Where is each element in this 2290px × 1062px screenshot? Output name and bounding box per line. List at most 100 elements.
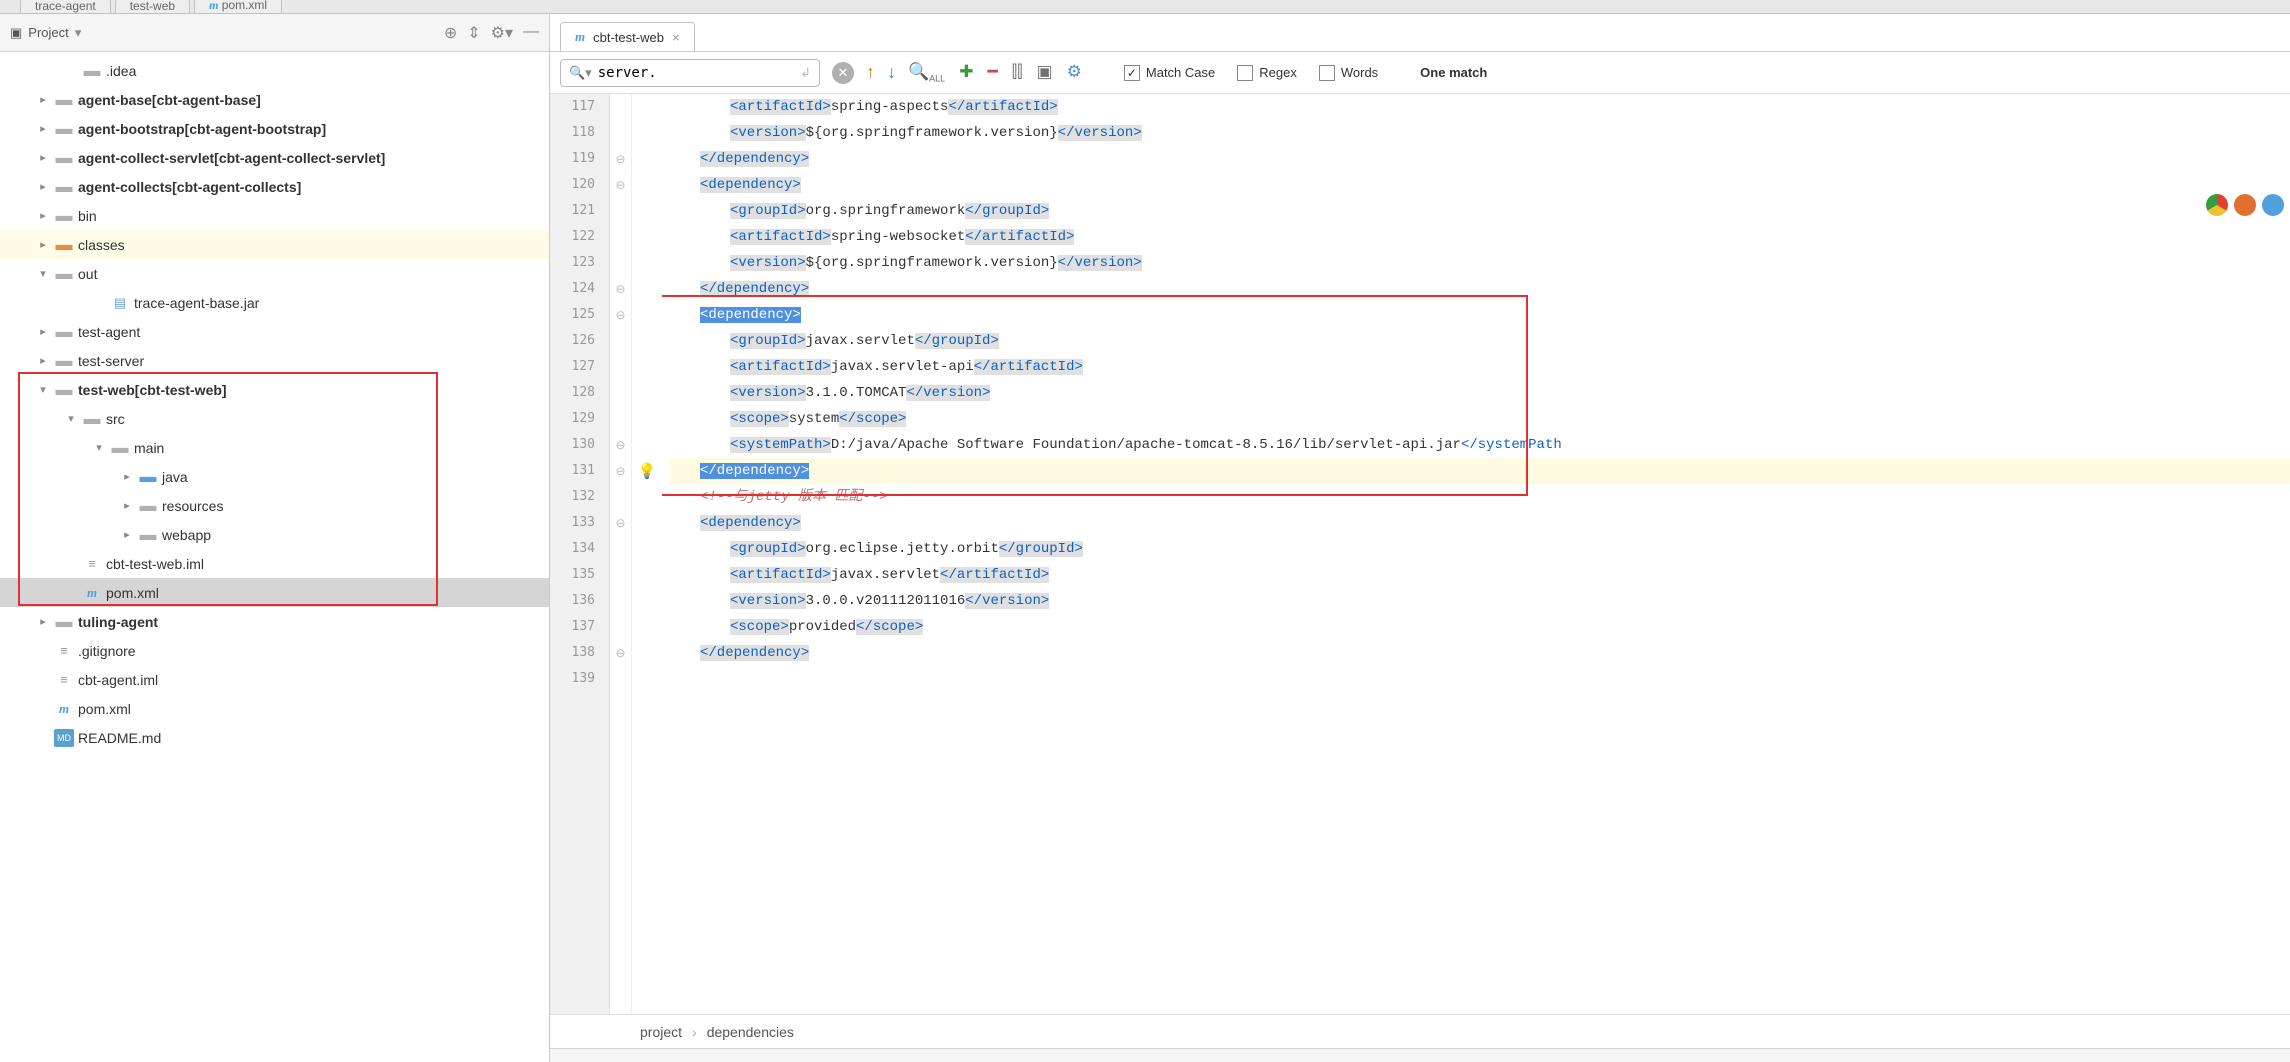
tree-row[interactable]: ≡.gitignore xyxy=(0,636,549,665)
code-line[interactable] xyxy=(670,666,2290,692)
regex-checkbox[interactable]: Regex xyxy=(1237,65,1297,81)
fold-toggle[interactable]: ⊖ xyxy=(610,146,631,172)
tree-row[interactable]: ▾▬test-web [cbt-test-web] xyxy=(0,375,549,404)
fold-toggle[interactable]: ⊖ xyxy=(610,302,631,328)
chevron-icon[interactable]: ▸ xyxy=(116,499,138,512)
select-all-icon[interactable]: ⫿⫿ xyxy=(1012,62,1023,83)
fold-toggle[interactable]: ⊖ xyxy=(610,458,631,484)
tree-row[interactable]: mpom.xml xyxy=(0,578,549,607)
project-tree[interactable]: ▬.idea▸▬agent-base [cbt-agent-base]▸▬age… xyxy=(0,52,549,1062)
tree-row[interactable]: ▸▬resources xyxy=(0,491,549,520)
tree-row[interactable]: mpom.xml xyxy=(0,694,549,723)
gear-icon[interactable]: ⚙▾ xyxy=(491,23,513,43)
code-line[interactable]: </dependency> xyxy=(670,146,2290,172)
top-tab[interactable]: test-web xyxy=(115,0,190,13)
fold-toggle[interactable]: ⊖ xyxy=(610,510,631,536)
tree-row[interactable]: ▸▬test-agent xyxy=(0,317,549,346)
chevron-icon[interactable]: ▾ xyxy=(32,267,54,280)
tree-row[interactable]: ▸▬test-server xyxy=(0,346,549,375)
clear-search-button[interactable]: ✕ xyxy=(832,62,854,84)
code-line[interactable]: </dependency> xyxy=(670,640,2290,666)
tree-row[interactable]: ▸▬tuling-agent xyxy=(0,607,549,636)
tree-row[interactable]: ▤trace-agent-base.jar xyxy=(0,288,549,317)
tree-row[interactable]: ▾▬src xyxy=(0,404,549,433)
chevron-icon[interactable]: ▸ xyxy=(32,209,54,222)
match-case-checkbox[interactable]: ✓Match Case xyxy=(1124,65,1215,81)
chrome-icon[interactable] xyxy=(2206,194,2228,216)
tree-row[interactable]: ≡cbt-agent.iml xyxy=(0,665,549,694)
chevron-icon[interactable]: ▸ xyxy=(32,180,54,193)
breadcrumb-item[interactable]: project xyxy=(640,1024,682,1040)
tree-row[interactable]: ▸▬agent-collects [cbt-agent-collects] xyxy=(0,172,549,201)
code-line[interactable]: <artifactId>javax.servlet</artifactId> xyxy=(670,562,2290,588)
top-tab[interactable]: m pom.xml xyxy=(194,0,282,13)
code-line[interactable]: </dependency> xyxy=(670,458,2290,484)
code-line[interactable]: <groupId>org.eclipse.jetty.orbit</groupI… xyxy=(670,536,2290,562)
fold-toggle[interactable]: ⊖ xyxy=(610,640,631,666)
code-line[interactable]: <dependency> xyxy=(670,172,2290,198)
tree-row[interactable]: ▾▬out xyxy=(0,259,549,288)
remove-selection-icon[interactable]: ━ xyxy=(987,62,997,83)
chevron-icon[interactable]: ▾ xyxy=(32,383,54,396)
tree-row[interactable]: ▸▬webapp xyxy=(0,520,549,549)
tree-row[interactable]: ≡cbt-test-web.iml xyxy=(0,549,549,578)
top-tab[interactable]: trace-agent xyxy=(20,0,111,13)
fold-column[interactable]: ⊖⊖⊖⊖⊖⊖⊖⊖ xyxy=(610,94,632,1014)
chevron-icon[interactable]: ▸ xyxy=(32,122,54,135)
code-line[interactable]: <groupId>javax.servlet</groupId> xyxy=(670,328,2290,354)
tree-row[interactable]: ▸▬bin xyxy=(0,201,549,230)
tree-row[interactable]: ▬.idea xyxy=(0,56,549,85)
chevron-icon[interactable]: ▸ xyxy=(116,528,138,541)
search-all-icon[interactable]: 🔍ALL xyxy=(908,62,945,83)
code-line[interactable]: <dependency> xyxy=(670,302,2290,328)
chevron-icon[interactable]: ▸ xyxy=(32,325,54,338)
tree-row[interactable]: ▾▬main xyxy=(0,433,549,462)
chevron-icon[interactable]: ▸ xyxy=(32,238,54,251)
project-panel-title[interactable]: Project xyxy=(28,25,68,40)
locate-icon[interactable]: ⊕ xyxy=(444,23,457,43)
tree-row[interactable]: ▸▬agent-collect-servlet [cbt-agent-colle… xyxy=(0,143,549,172)
chevron-icon[interactable]: ▸ xyxy=(32,354,54,367)
code-line[interactable]: <systemPath>D:/java/Apache Software Foun… xyxy=(670,432,2290,458)
code-line[interactable]: <scope>provided</scope> xyxy=(670,614,2290,640)
fold-toggle[interactable]: ⊖ xyxy=(610,276,631,302)
filter-icon[interactable]: ▣ xyxy=(1037,62,1053,83)
collapse-icon[interactable]: ⇕ xyxy=(467,23,480,43)
firefox-icon[interactable] xyxy=(2234,194,2256,216)
code-line[interactable]: <artifactId>spring-aspects</artifactId> xyxy=(670,94,2290,120)
chevron-icon[interactable]: ▸ xyxy=(32,151,54,164)
safari-icon[interactable] xyxy=(2262,194,2284,216)
code-line[interactable]: <artifactId>spring-websocket</artifactId… xyxy=(670,224,2290,250)
newline-icon[interactable]: ↲ xyxy=(800,65,811,81)
tree-row[interactable]: MDREADME.md xyxy=(0,723,549,752)
code-line[interactable]: <!--与jetty 版本 匹配--> xyxy=(670,484,2290,510)
breadcrumb[interactable]: project › dependencies xyxy=(550,1014,2290,1048)
hide-panel-icon[interactable]: — xyxy=(523,23,539,43)
chevron-icon[interactable]: ▸ xyxy=(32,93,54,106)
add-selection-icon[interactable]: ✚ xyxy=(959,62,973,83)
code-line[interactable]: </dependency> xyxy=(670,276,2290,302)
chevron-icon[interactable]: ▸ xyxy=(32,615,54,628)
prev-match-button[interactable]: ↑ xyxy=(866,62,875,83)
chevron-icon[interactable]: ▾ xyxy=(60,412,82,425)
code-line[interactable]: <version>3.1.0.TOMCAT</version> xyxy=(670,380,2290,406)
words-checkbox[interactable]: Words xyxy=(1319,65,1378,81)
code-line[interactable]: <scope>system</scope> xyxy=(670,406,2290,432)
code-line[interactable]: <version>${org.springframework.version}<… xyxy=(670,250,2290,276)
code-line[interactable]: <dependency> xyxy=(670,510,2290,536)
next-match-button[interactable]: ↓ xyxy=(887,62,896,83)
code-line[interactable]: <artifactId>javax.servlet-api</artifactI… xyxy=(670,354,2290,380)
tree-row[interactable]: ▸▬agent-bootstrap [cbt-agent-bootstrap] xyxy=(0,114,549,143)
code-line[interactable]: <groupId>org.springframework</groupId> xyxy=(670,198,2290,224)
fold-toggle[interactable]: ⊖ xyxy=(610,432,631,458)
tree-row[interactable]: ▸▬agent-base [cbt-agent-base] xyxy=(0,85,549,114)
code-line[interactable]: <version>${org.springframework.version}<… xyxy=(670,120,2290,146)
bulb-icon[interactable]: 💡 xyxy=(638,462,657,480)
code-line[interactable]: <version>3.0.0.v201112011016</version> xyxy=(670,588,2290,614)
search-input[interactable] xyxy=(598,65,794,81)
code-area[interactable]: <artifactId>spring-aspects</artifactId><… xyxy=(662,94,2290,1014)
find-input-wrap[interactable]: 🔍▾ ↲ xyxy=(560,59,820,87)
editor-body[interactable]: 1171181191201211221231241251261271281291… xyxy=(550,94,2290,1014)
chevron-icon[interactable]: ▾ xyxy=(88,441,110,454)
chevron-down-icon[interactable]: ▾ xyxy=(75,25,82,41)
